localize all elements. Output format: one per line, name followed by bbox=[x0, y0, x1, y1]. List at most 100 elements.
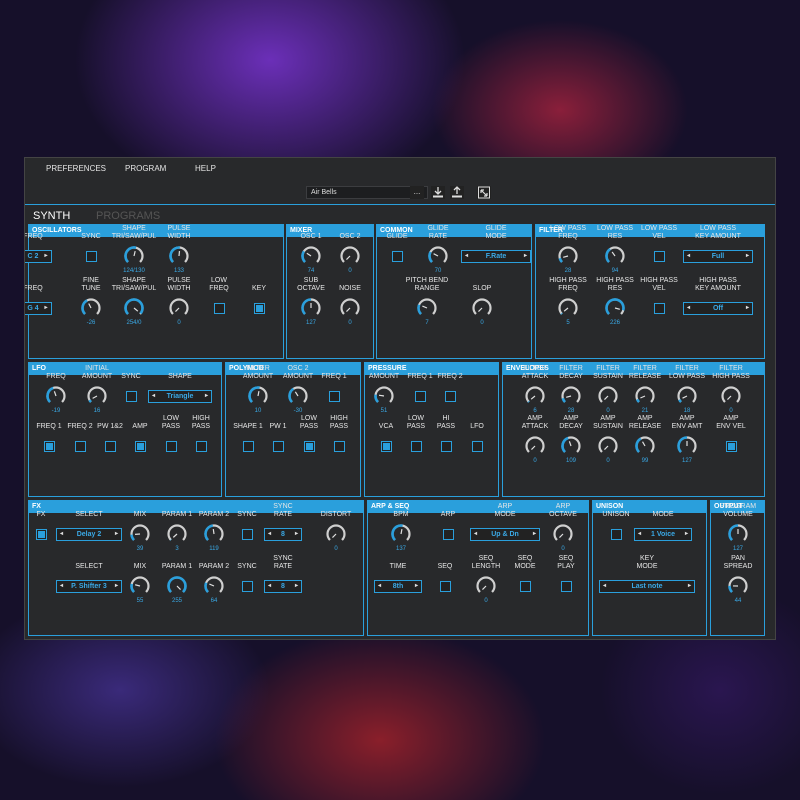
pb-range-knob[interactable] bbox=[416, 297, 438, 319]
arrow-left-icon[interactable]: ◂ bbox=[60, 529, 63, 540]
pm-s1-checkbox[interactable] bbox=[243, 441, 254, 452]
save-icon[interactable] bbox=[450, 186, 464, 199]
lfo-f1-checkbox[interactable] bbox=[44, 441, 55, 452]
mix-sub-knob[interactable] bbox=[300, 297, 322, 319]
hp-freq-knob[interactable] bbox=[557, 297, 579, 319]
lfo-amt-knob[interactable] bbox=[86, 385, 108, 407]
fx1-sel-select[interactable]: ◂ Delay 2 ▸ bbox=[56, 528, 122, 541]
seq-time-select[interactable]: ◂ 8th ▸ bbox=[374, 580, 422, 593]
arrow-right-icon[interactable]: ▸ bbox=[44, 251, 47, 262]
lp-freq-knob[interactable] bbox=[557, 245, 579, 267]
pr-amt-knob[interactable] bbox=[373, 385, 395, 407]
glide-rate-knob[interactable] bbox=[427, 245, 449, 267]
tab-programs[interactable]: PROGRAMS bbox=[96, 210, 160, 222]
arrow-left-icon[interactable]: ◂ bbox=[687, 251, 690, 262]
fx2-p2-knob[interactable] bbox=[203, 575, 225, 597]
fx1-p1-knob[interactable] bbox=[166, 523, 188, 545]
mix-osc1-knob[interactable] bbox=[300, 245, 322, 267]
lfo-shape-select[interactable]: ◂ Triangle ▸ bbox=[148, 390, 212, 403]
out-vol-knob[interactable] bbox=[727, 523, 749, 545]
lfo-freq-knob[interactable] bbox=[45, 385, 67, 407]
arrow-right-icon[interactable]: ▸ bbox=[44, 303, 47, 314]
pr-hp-checkbox[interactable] bbox=[441, 441, 452, 452]
lp-res-knob[interactable] bbox=[604, 245, 626, 267]
arrow-left-icon[interactable]: ◂ bbox=[687, 303, 690, 314]
glide-checkbox[interactable] bbox=[392, 251, 403, 262]
arrow-left-icon[interactable]: ◂ bbox=[268, 529, 271, 540]
ae-rel-knob[interactable] bbox=[634, 435, 656, 457]
seq-mode-checkbox[interactable] bbox=[520, 581, 531, 592]
arrow-right-icon[interactable]: ▸ bbox=[524, 251, 527, 262]
fe-sus-knob[interactable] bbox=[597, 385, 619, 407]
arrow-left-icon[interactable]: ◂ bbox=[638, 529, 641, 540]
fx2-sel-select[interactable]: ◂ P. Shifter 3 ▸ bbox=[56, 580, 122, 593]
arrow-right-icon[interactable]: ▸ bbox=[746, 251, 749, 262]
arp-mode-select[interactable]: ◂ Up & Dn ▸ bbox=[470, 528, 540, 541]
lfo-sync-checkbox[interactable] bbox=[126, 391, 137, 402]
fx2-p1-knob[interactable] bbox=[166, 575, 188, 597]
pr-f1-checkbox[interactable] bbox=[415, 391, 426, 402]
pm-osc2-knob[interactable] bbox=[287, 385, 309, 407]
lfo-pw-checkbox[interactable] bbox=[105, 441, 116, 452]
arrow-right-icon[interactable]: ▸ bbox=[688, 581, 691, 592]
arrow-left-icon[interactable]: ◂ bbox=[603, 581, 606, 592]
arrow-right-icon[interactable]: ▸ bbox=[415, 581, 418, 592]
menu-preferences[interactable]: PREFERENCES bbox=[46, 164, 106, 173]
arrow-right-icon[interactable]: ▸ bbox=[115, 581, 118, 592]
arrow-right-icon[interactable]: ▸ bbox=[295, 529, 298, 540]
fx1-p2-knob[interactable] bbox=[203, 523, 225, 545]
arrow-right-icon[interactable]: ▸ bbox=[205, 391, 208, 402]
fx-on-checkbox[interactable] bbox=[36, 529, 47, 540]
fe-att-knob[interactable] bbox=[524, 385, 546, 407]
glide-mode-select[interactable]: ◂ F.Rate ▸ bbox=[461, 250, 531, 263]
arrow-left-icon[interactable]: ◂ bbox=[474, 529, 477, 540]
mix-noise-knob[interactable] bbox=[339, 297, 361, 319]
fe-rel-knob[interactable] bbox=[634, 385, 656, 407]
fe-lp-knob[interactable] bbox=[676, 385, 698, 407]
fullscreen-icon[interactable] bbox=[477, 186, 491, 199]
fx2-mix-knob[interactable] bbox=[129, 575, 151, 597]
arrow-right-icon[interactable]: ▸ bbox=[685, 529, 688, 540]
fx1-rate-select[interactable]: ◂ 8 ▸ bbox=[264, 528, 302, 541]
ae-att-knob[interactable] bbox=[524, 435, 546, 457]
fx2-sync-checkbox[interactable] bbox=[242, 581, 253, 592]
load-icon[interactable] bbox=[431, 186, 445, 199]
pm-filt-knob[interactable] bbox=[247, 385, 269, 407]
arrow-right-icon[interactable]: ▸ bbox=[533, 529, 536, 540]
ae-env-knob[interactable] bbox=[676, 435, 698, 457]
menu-help[interactable]: HELP bbox=[195, 164, 216, 173]
tab-synth[interactable]: SYNTH bbox=[33, 210, 70, 222]
ae-sus-knob[interactable] bbox=[597, 435, 619, 457]
pr-lp-checkbox[interactable] bbox=[411, 441, 422, 452]
osc2-freq-select[interactable]: ◂G 4▸ bbox=[25, 302, 52, 315]
mix-osc2-knob[interactable] bbox=[339, 245, 361, 267]
lp-vel-checkbox[interactable] bbox=[654, 251, 665, 262]
osc1-pw-knob[interactable] bbox=[168, 245, 190, 267]
arrow-left-icon[interactable]: ◂ bbox=[465, 251, 468, 262]
fe-dec-knob[interactable] bbox=[560, 385, 582, 407]
hp-res-knob[interactable] bbox=[604, 297, 626, 319]
lfo-lp-checkbox[interactable] bbox=[166, 441, 177, 452]
arp-on-checkbox[interactable] bbox=[443, 529, 454, 540]
pm-f1-checkbox[interactable] bbox=[329, 391, 340, 402]
seq-on-checkbox[interactable] bbox=[440, 581, 451, 592]
arrow-left-icon[interactable]: ◂ bbox=[268, 581, 271, 592]
osc1-shape-knob[interactable] bbox=[123, 245, 145, 267]
osc1-freq-select[interactable]: ◂C 2▸ bbox=[25, 250, 52, 263]
lfo-f2-checkbox[interactable] bbox=[75, 441, 86, 452]
hp-key-select[interactable]: ◂ Off ▸ bbox=[683, 302, 753, 315]
arrow-left-icon[interactable]: ◂ bbox=[152, 391, 155, 402]
osc1-sync-checkbox[interactable] bbox=[86, 251, 97, 262]
osc2-pw-knob[interactable] bbox=[168, 297, 190, 319]
uni-on-checkbox[interactable] bbox=[611, 529, 622, 540]
osc2-shape-knob[interactable] bbox=[123, 297, 145, 319]
osc2-lowfreq-checkbox[interactable] bbox=[214, 303, 225, 314]
lfo-hp-checkbox[interactable] bbox=[196, 441, 207, 452]
pr-lfo-checkbox[interactable] bbox=[472, 441, 483, 452]
ae-vel-checkbox[interactable] bbox=[726, 441, 737, 452]
out-pan-knob[interactable] bbox=[727, 575, 749, 597]
pm-lp-checkbox[interactable] bbox=[304, 441, 315, 452]
fx1-dist-knob[interactable] bbox=[325, 523, 347, 545]
osc2-fine-knob[interactable] bbox=[80, 297, 102, 319]
lfo-amp-checkbox[interactable] bbox=[135, 441, 146, 452]
